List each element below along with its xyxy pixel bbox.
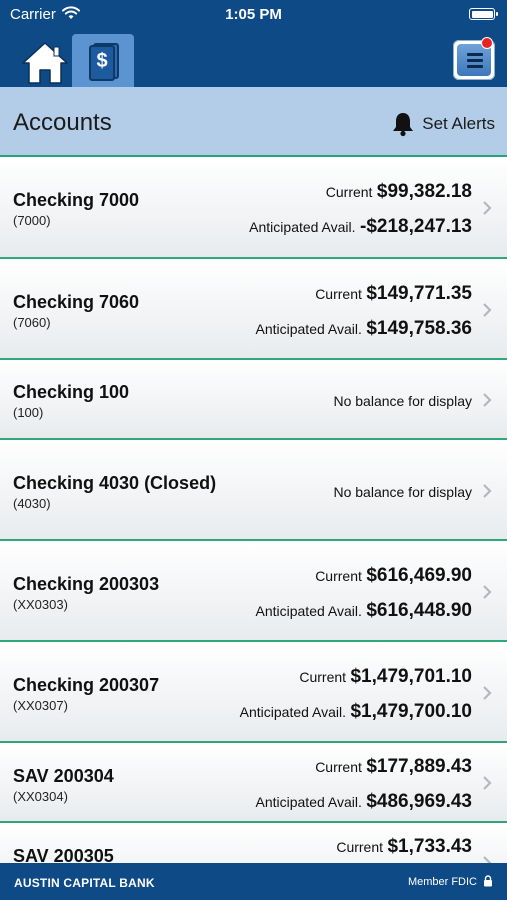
current-label: Current xyxy=(299,669,347,685)
home-tab[interactable] xyxy=(14,34,76,87)
current-amount: $177,889.43 xyxy=(366,756,472,777)
notification-badge xyxy=(481,37,493,49)
current-amount: $1,479,701.10 xyxy=(350,666,472,687)
account-name: Checking 200303 xyxy=(13,574,160,594)
fdic-notice: Member FDIC xyxy=(407,876,477,888)
page-header: Accounts Set Alerts xyxy=(0,87,507,157)
account-row[interactable]: Checking 200307 (XX0307) Current $1,479,… xyxy=(0,642,507,743)
account-row[interactable]: Checking 200303 (XX0303) Current $616,46… xyxy=(0,541,507,642)
current-label: Current xyxy=(325,184,373,200)
status-time: 1:05 PM xyxy=(225,6,282,23)
account-name: Checking 7000 xyxy=(13,190,140,210)
chevron-right-icon xyxy=(483,585,492,599)
account-number: (7000) xyxy=(13,213,51,228)
account-row[interactable]: Checking 7000 (7000) Current $99,382.18 … xyxy=(0,157,507,259)
account-number: (100) xyxy=(13,405,44,420)
set-alerts-label: Set Alerts xyxy=(422,114,495,133)
current-balance: Current $99,382.18 xyxy=(326,181,472,203)
chevron-right-icon xyxy=(483,686,492,700)
account-name: Checking 7060 xyxy=(13,292,140,312)
account-number: (4030) xyxy=(13,496,51,511)
current-amount: $1,733.43 xyxy=(387,836,472,857)
anticipated-balance: Anticipated Avail. -$218,247.13 xyxy=(249,216,472,238)
current-balance: Current $1,733.43 xyxy=(336,836,472,858)
anticipated-balance: Anticipated Avail. $486,969.43 xyxy=(256,791,473,813)
no-balance-text: No balance for display xyxy=(333,393,472,409)
anticipated-amount: $149,758.36 xyxy=(366,318,472,339)
current-balance: Current $616,469.90 xyxy=(315,565,472,587)
chevron-right-icon xyxy=(483,303,492,317)
current-balance: Current $149,771.35 xyxy=(315,283,472,305)
account-number: (XX0303) xyxy=(13,597,68,612)
bell-icon xyxy=(393,113,414,137)
account-row[interactable]: SAV 200305 Current $1,733.43 xyxy=(0,823,507,863)
current-label: Current xyxy=(315,286,362,302)
account-number: (XX0304) xyxy=(13,789,68,804)
current-label: Current xyxy=(336,839,384,855)
anticipated-label: Anticipated Avail. xyxy=(239,704,347,720)
account-number: (XX0307) xyxy=(13,698,68,713)
current-amount: $616,469.90 xyxy=(366,565,472,586)
chevron-right-icon xyxy=(483,776,492,790)
account-name: SAV 200305 xyxy=(13,846,114,863)
footer-bar: AUSTIN CAPITAL BANK Member FDIC xyxy=(0,863,507,900)
current-label: Current xyxy=(315,759,362,775)
anticipated-amount: -$218,247.13 xyxy=(360,216,472,237)
anticipated-balance: Anticipated Avail. $616,448.90 xyxy=(256,600,473,622)
current-amount: $149,771.35 xyxy=(366,283,472,304)
anticipated-label: Anticipated Avail. xyxy=(255,603,362,619)
top-nav: $ xyxy=(0,30,507,87)
account-name: SAV 200304 xyxy=(13,766,114,786)
anticipated-balance: Anticipated Avail. $149,758.36 xyxy=(256,318,473,340)
home-icon xyxy=(22,42,68,84)
anticipated-amount: $1,479,700.10 xyxy=(350,701,472,722)
chevron-right-icon xyxy=(483,856,492,863)
current-balance: Current $1,479,701.10 xyxy=(299,666,472,688)
bank-name: AUSTIN CAPITAL BANK xyxy=(14,876,155,890)
set-alerts-button[interactable]: Set Alerts xyxy=(391,111,495,137)
accounts-tab[interactable]: $ xyxy=(72,34,134,87)
account-name: Checking 200307 xyxy=(13,675,160,695)
chevron-right-icon xyxy=(483,393,492,407)
account-row[interactable]: Checking 4030 (Closed) (4030) No balance… xyxy=(0,440,507,541)
current-balance: Current $177,889.43 xyxy=(315,756,472,778)
chevron-right-icon xyxy=(483,201,492,215)
status-bar: Carrier 1:05 PM xyxy=(0,0,507,30)
battery-icon xyxy=(469,8,498,20)
page-title: Accounts xyxy=(13,109,112,136)
lock-icon xyxy=(484,875,492,887)
anticipated-label: Anticipated Avail. xyxy=(255,321,362,337)
current-amount: $99,382.18 xyxy=(376,181,472,202)
no-balance-text: No balance for display xyxy=(333,484,472,500)
account-row[interactable]: SAV 200304 (XX0304) Current $177,889.43 … xyxy=(0,743,507,823)
anticipated-amount: $616,448.90 xyxy=(366,600,472,621)
account-number: (7060) xyxy=(13,315,51,330)
current-label: Current xyxy=(315,568,362,584)
account-name: Checking 4030 (Closed) xyxy=(13,473,217,493)
anticipated-label: Anticipated Avail. xyxy=(249,219,356,235)
account-name: Checking 100 xyxy=(13,382,130,402)
accounts-list: Checking 7000 (7000) Current $99,382.18 … xyxy=(0,157,507,863)
anticipated-amount: $486,969.43 xyxy=(366,791,472,812)
anticipated-label: Anticipated Avail. xyxy=(255,794,362,810)
account-row[interactable]: Checking 7060 (7060) Current $149,771.35… xyxy=(0,259,507,360)
account-row[interactable]: Checking 100 (100) No balance for displa… xyxy=(0,360,507,440)
anticipated-balance: Anticipated Avail. $1,479,700.10 xyxy=(240,701,472,723)
chevron-right-icon xyxy=(483,484,492,498)
